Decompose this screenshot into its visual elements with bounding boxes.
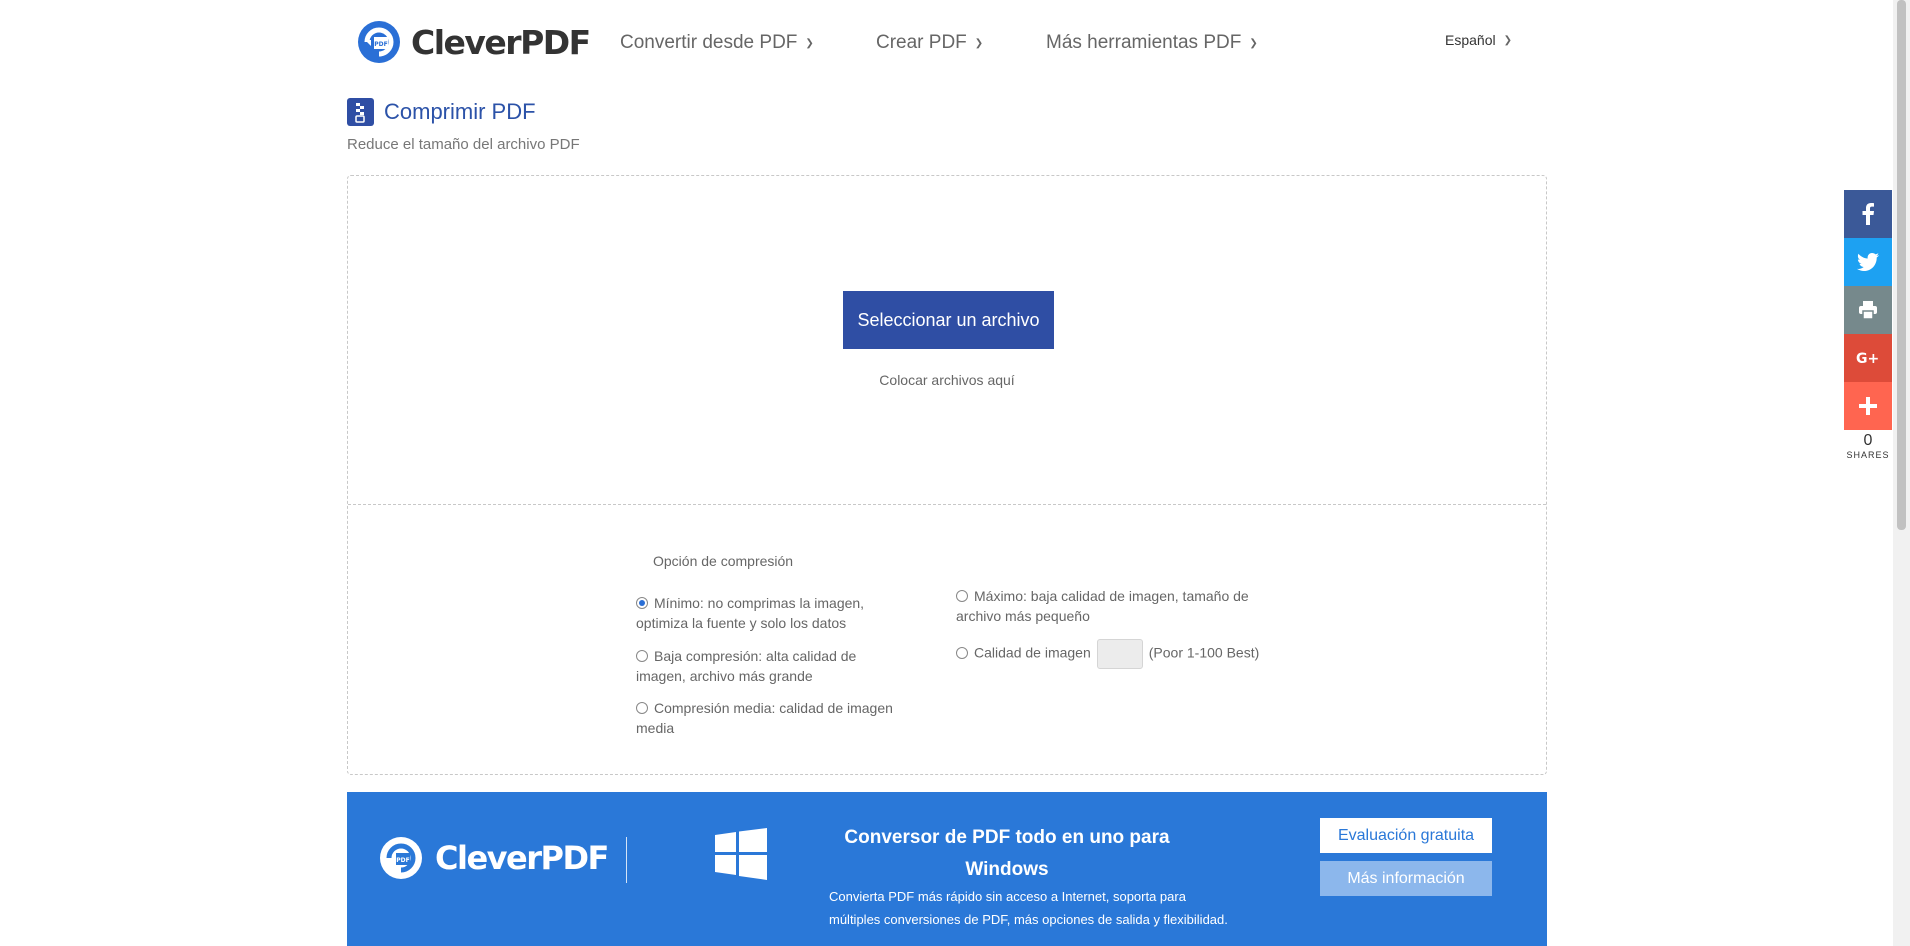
radio-medium[interactable]: [636, 702, 648, 714]
banner-title: Conversor de PDF todo en uno para Window…: [844, 827, 1170, 880]
scrollbar-thumb[interactable]: [1897, 0, 1906, 530]
svg-text:PDF: PDF: [374, 41, 387, 48]
page-title: Comprimir PDF: [384, 99, 536, 124]
radio-minimum[interactable]: [636, 597, 648, 609]
free-trial-button[interactable]: Evaluación gratuita: [1320, 818, 1492, 853]
option-medium[interactable]: Compresión media: calidad de imagen medi…: [636, 698, 906, 738]
option-maximum[interactable]: Máximo: baja calidad de imagen, tamaño d…: [956, 586, 1256, 626]
windows-icon: [715, 828, 767, 880]
compress-zip-icon: [347, 98, 374, 126]
nav-more-tools[interactable]: Más herramientas PDF ❯: [1046, 32, 1258, 54]
option-label: Mínimo: no comprimas la imagen, optimiza…: [636, 595, 865, 631]
share-label: SHARES: [1846, 450, 1890, 460]
option-label: Compresión media: calidad de imagen medi…: [636, 700, 893, 736]
svg-text:PDF: PDF: [396, 857, 409, 864]
cleverpdf-logo-icon: PDF: [380, 837, 422, 879]
more-info-button[interactable]: Más información: [1320, 861, 1492, 896]
banner-logo: PDF CleverPDF: [379, 836, 609, 880]
chevron-down-icon: ❯: [1503, 34, 1512, 46]
option-low[interactable]: Baja compresión: alta calidad de imagen,…: [636, 646, 886, 686]
banner-logo-text: CleverPDF: [435, 839, 609, 877]
chevron-down-icon: ❯: [1249, 37, 1258, 49]
logo-text: CleverPDF: [411, 22, 591, 62]
language-label: Español: [1445, 32, 1496, 48]
banner-separator: [626, 837, 627, 883]
banner-description: Convierta PDF más rápido sin acceso a In…: [829, 889, 1228, 927]
chevron-down-icon: ❯: [974, 37, 984, 49]
printer-icon: [1859, 301, 1877, 319]
facebook-share-button[interactable]: [1844, 190, 1892, 238]
more-share-button[interactable]: [1844, 382, 1892, 430]
options-divider: [348, 504, 1546, 505]
windows-promo-banner: PDF CleverPDF Conversor de PDF todo en u…: [347, 792, 1547, 946]
google-plus-icon: G+: [1856, 351, 1879, 366]
print-share-button[interactable]: [1844, 286, 1892, 334]
social-share-bar: G+ 0 SHARES: [1844, 190, 1892, 460]
image-quality-input[interactable]: [1096, 639, 1143, 669]
svg-text:G+: G+: [1856, 351, 1879, 366]
select-file-button[interactable]: Seleccionar un archivo: [843, 291, 1054, 349]
compression-options-title: Opción de compresión: [653, 553, 794, 569]
nav-label: Convertir desde PDF: [620, 32, 798, 53]
option-label: Calidad de imagen: [974, 644, 1091, 661]
page-scrollbar[interactable]: [1893, 0, 1910, 946]
option-label: Baja compresión: alta calidad de imagen,…: [636, 648, 857, 684]
nav-convert-from-pdf[interactable]: Convertir desde PDF ❯: [620, 32, 814, 54]
site-logo[interactable]: PDF CleverPDF: [357, 20, 591, 64]
language-selector[interactable]: Español ❯: [1445, 32, 1512, 48]
nav-label: Crear PDF: [876, 32, 967, 53]
twitter-icon: [1857, 253, 1879, 271]
option-label: Máximo: baja calidad de imagen, tamaño d…: [956, 588, 1249, 624]
google-plus-share-button[interactable]: G+: [1844, 334, 1892, 382]
drop-files-text: Colocar archivos aquí: [879, 372, 1015, 388]
radio-low[interactable]: [636, 650, 648, 662]
cleverpdf-logo-icon: PDF: [358, 21, 400, 63]
upload-dropzone[interactable]: Seleccionar un archivo Colocar archivos …: [347, 175, 1547, 775]
page-subtitle: Reduce el tamaño del archivo PDF: [347, 136, 580, 153]
nav-label: Más herramientas PDF: [1046, 32, 1242, 53]
radio-image-quality[interactable]: [956, 646, 968, 659]
option-image-quality[interactable]: Calidad de imagen (Poor 1-100 Best): [956, 639, 1286, 669]
page-title-row: Comprimir PDF: [347, 98, 536, 126]
plus-icon: [1859, 397, 1877, 415]
radio-maximum[interactable]: [956, 590, 968, 602]
site-header: PDF CleverPDF Convertir desde PDF ❯ Crea…: [0, 0, 1890, 90]
option-minimum[interactable]: Mínimo: no comprimas la imagen, optimiza…: [636, 593, 886, 633]
quality-hint: (Poor 1-100 Best): [1148, 644, 1260, 661]
facebook-icon: [1862, 203, 1874, 225]
chevron-down-icon: ❯: [805, 37, 814, 49]
nav-create-pdf[interactable]: Crear PDF ❯: [876, 32, 983, 54]
share-count: 0: [1863, 432, 1873, 449]
twitter-share-button[interactable]: [1844, 238, 1892, 286]
